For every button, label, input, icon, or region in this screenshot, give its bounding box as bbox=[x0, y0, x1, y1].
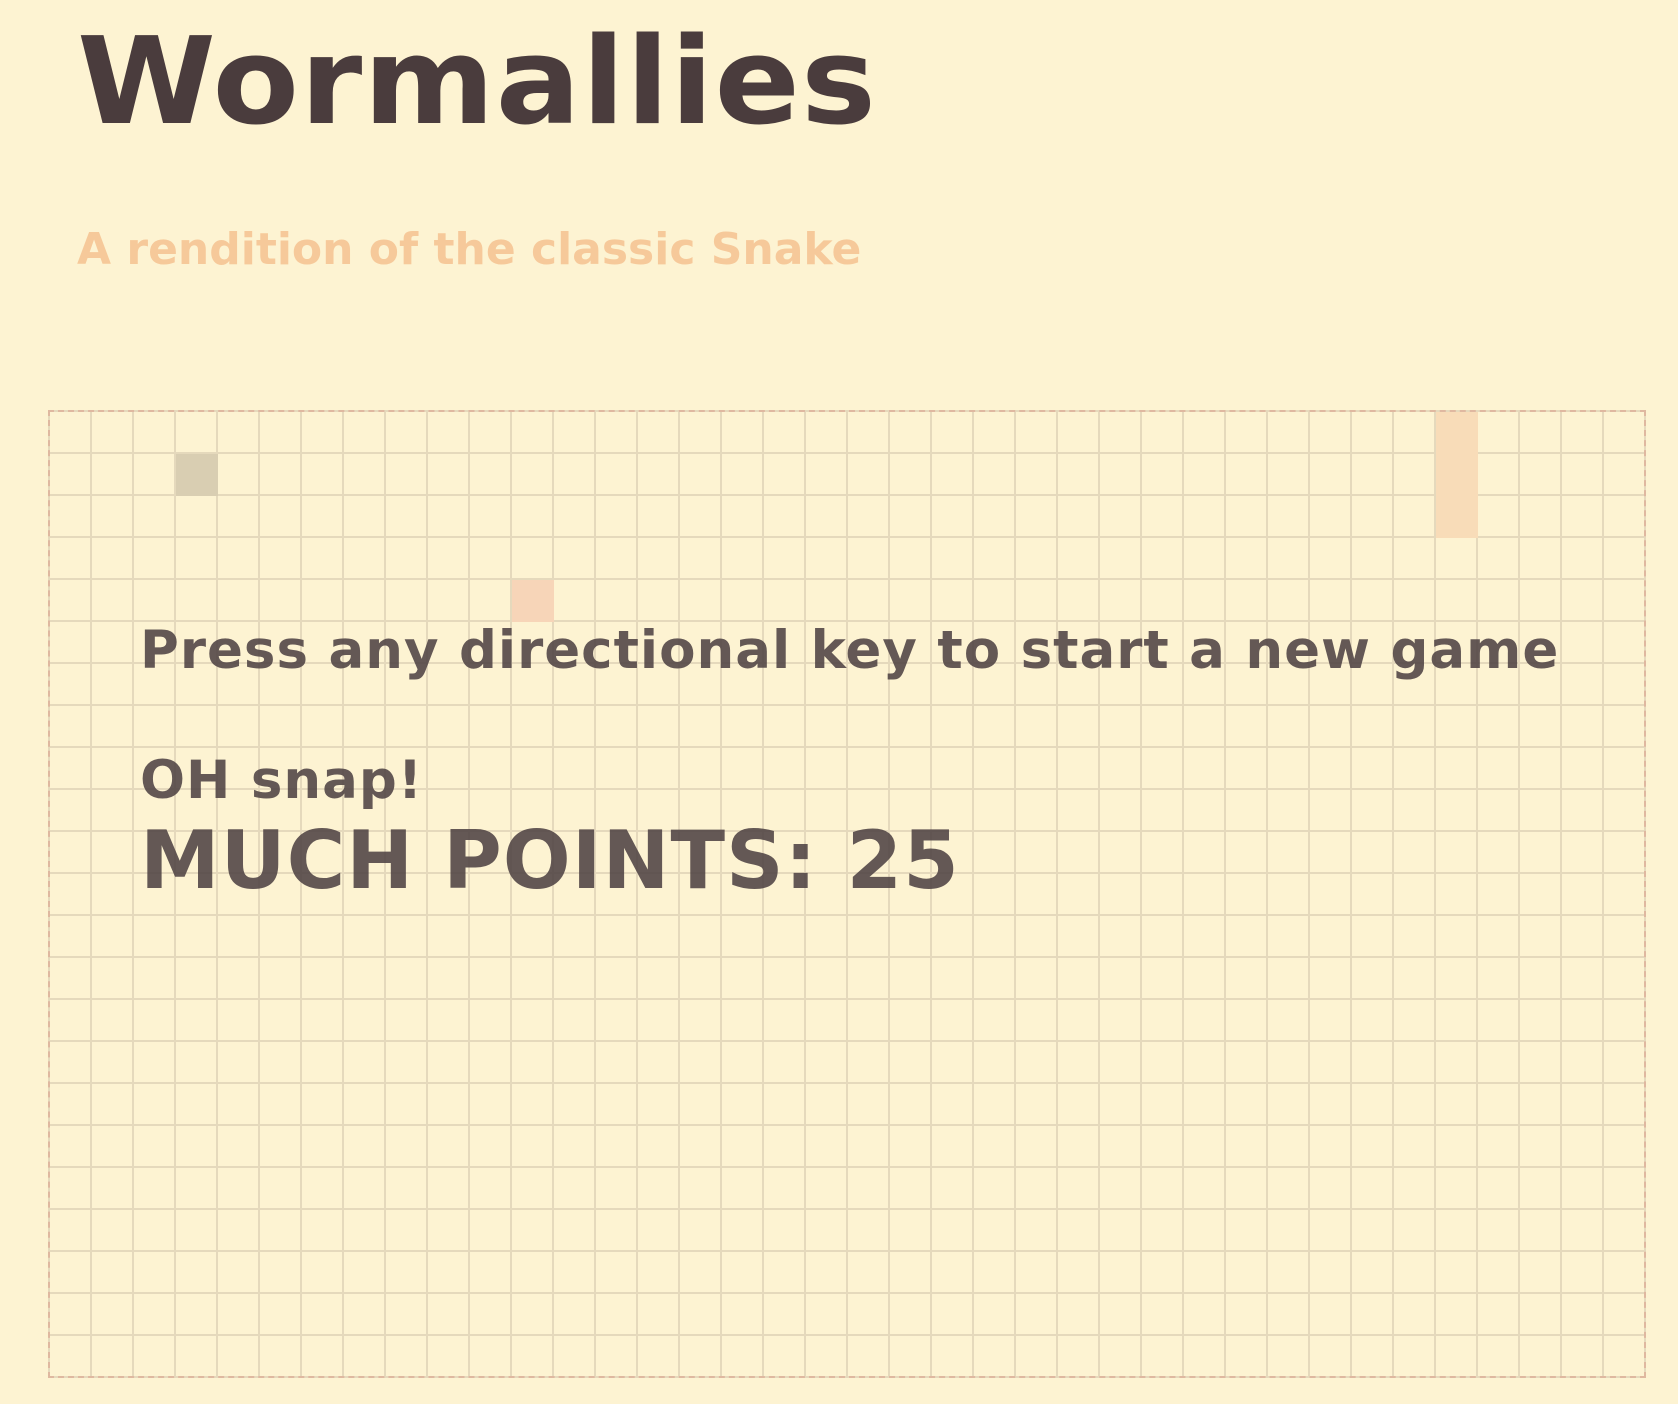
game-subtitle: A rendition of the classic Snake bbox=[77, 224, 862, 275]
score-display: MUCH POINTS: 25 bbox=[140, 814, 960, 907]
worm-segment bbox=[1436, 412, 1478, 454]
food-cell bbox=[512, 580, 554, 622]
start-instruction: Press any directional key to start a new… bbox=[140, 620, 1560, 681]
game-overlay: Press any directional key to start a new… bbox=[140, 617, 1580, 907]
game-title: Wormallies bbox=[77, 13, 878, 152]
game-over-message: OH snap! bbox=[140, 750, 424, 811]
game-board[interactable]: Press any directional key to start a new… bbox=[48, 410, 1646, 1378]
worm-segment bbox=[176, 454, 218, 496]
worm-segment bbox=[1436, 454, 1478, 496]
worm-segment bbox=[1436, 496, 1478, 538]
